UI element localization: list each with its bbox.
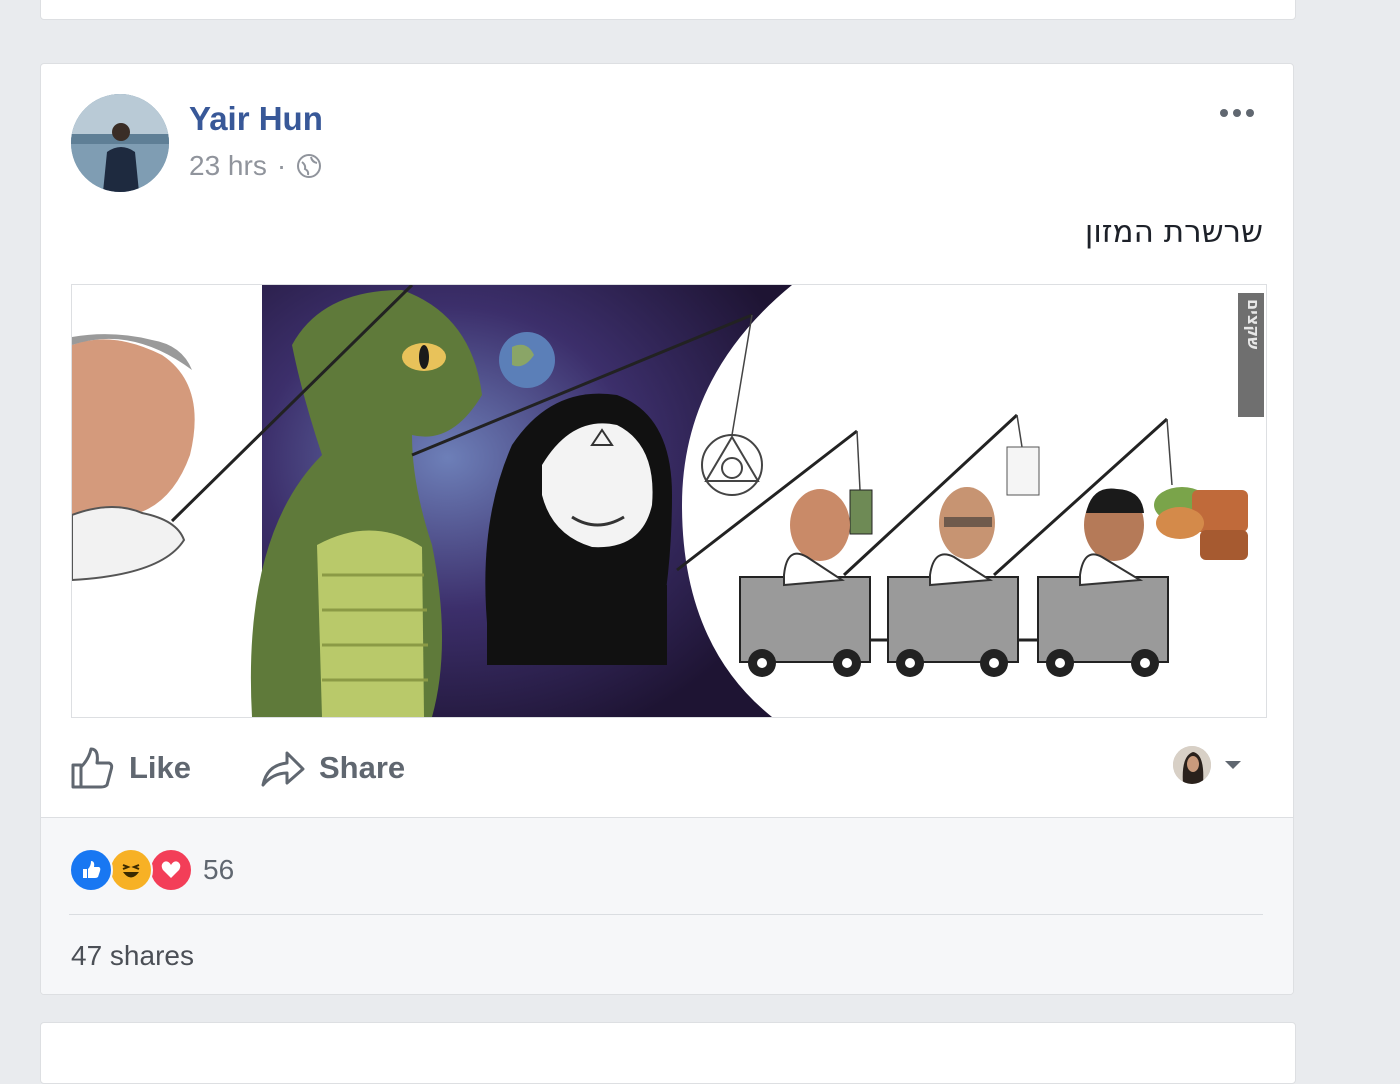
- author-name[interactable]: Yair Hun: [189, 100, 323, 138]
- reactions-summary[interactable]: 56: [69, 848, 234, 892]
- previous-post-card: [40, 0, 1296, 20]
- post-text: שרשרת המזון: [1084, 214, 1263, 250]
- right-rail: [1297, 0, 1400, 1050]
- haha-reaction-icon: [109, 848, 153, 892]
- like-label: Like: [129, 750, 192, 785]
- next-post-card: [40, 1022, 1296, 1084]
- reaction-count: 56: [203, 854, 235, 885]
- shares-count-link[interactable]: 47 shares: [71, 940, 194, 972]
- post-image[interactable]: שקצים: [71, 284, 1267, 718]
- share-button[interactable]: Share: [259, 742, 405, 794]
- share-label: Share: [319, 750, 406, 785]
- post-meta: 23 hrs ·: [189, 150, 322, 182]
- meta-separator: ·: [276, 150, 287, 181]
- more-icon: [1220, 109, 1254, 117]
- footer-divider: [69, 914, 1263, 915]
- post-card: Yair Hun 23 hrs · שרשרת המזון שקצים Like…: [40, 63, 1294, 995]
- like-reaction-icon: [69, 848, 113, 892]
- share-arrow-icon: [261, 751, 305, 787]
- like-button[interactable]: Like: [69, 742, 191, 794]
- post-timestamp[interactable]: 23 hrs: [189, 150, 267, 182]
- thumbs-up-icon: [71, 747, 114, 789]
- post-footer: 56 47 shares: [41, 817, 1293, 994]
- author-avatar[interactable]: [71, 94, 169, 192]
- love-reaction-icon: [149, 848, 193, 892]
- action-bar: Like Share: [41, 724, 1293, 814]
- post-as-selector[interactable]: [1173, 746, 1243, 784]
- more-options-button[interactable]: [1217, 98, 1257, 128]
- caret-down-icon: [1225, 761, 1241, 769]
- globe-icon[interactable]: [296, 153, 322, 179]
- user-avatar: [1173, 746, 1211, 784]
- image-watermark: שקצים: [1244, 299, 1263, 350]
